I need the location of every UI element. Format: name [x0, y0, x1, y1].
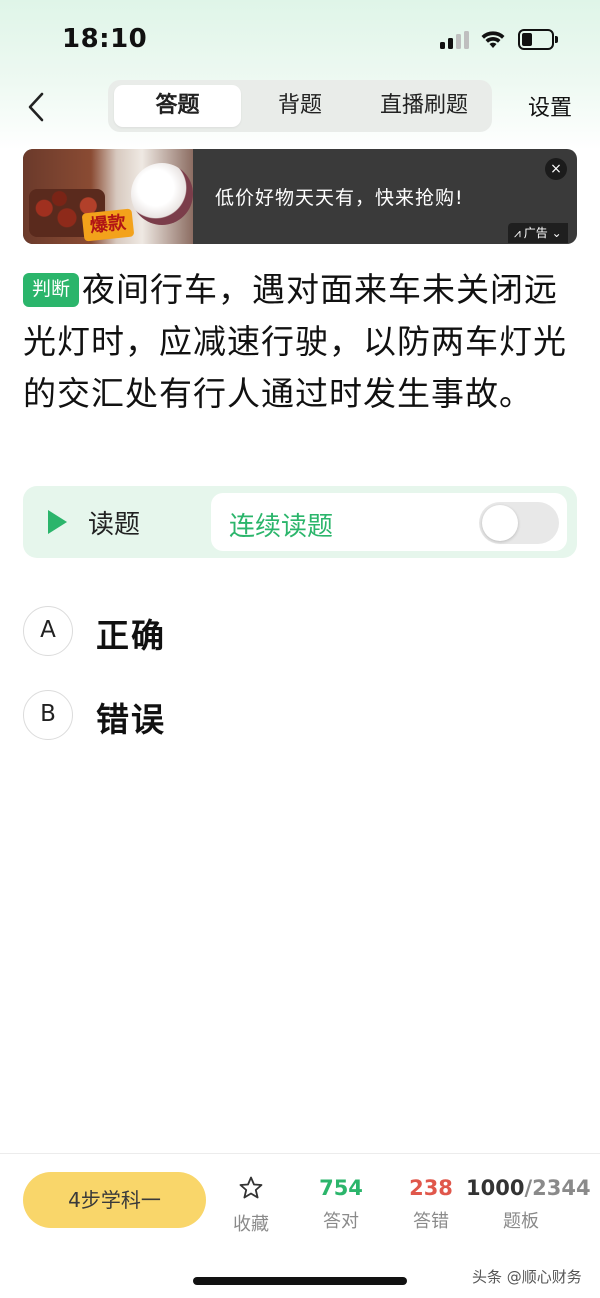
wrong-stat[interactable]: 238 答错 [396, 1174, 466, 1233]
favorite-label: 收藏 [233, 1214, 269, 1235]
continuous-read-label: 连续读题 [229, 512, 334, 542]
play-icon[interactable] [48, 510, 67, 534]
option-b[interactable]: B 错误 [23, 690, 323, 740]
question-board-button[interactable]: 1000/2344 题板 [466, 1174, 591, 1233]
question-text: 夜间行车，遇对面来车未关闭远光灯时，应减速行驶，以防两车灯光的交汇处有行人通过时… [23, 270, 567, 413]
correct-count: 754 [319, 1176, 363, 1200]
hot-item-sticker: 爆款 [81, 208, 135, 242]
tab-answer[interactable]: 答题 [114, 85, 241, 127]
cellular-signal-icon [440, 31, 470, 49]
question-text-block: 判断 夜间行车，遇对面来车未关闭远光灯时，应减速行驶，以防两车灯光的交汇处有行人通… [23, 264, 571, 420]
tab-live-practice[interactable]: 直播刷题 [359, 85, 489, 127]
back-chevron-icon[interactable] [22, 88, 54, 126]
status-bar: 18:10 [0, 0, 600, 80]
board-current: 1000 [466, 1176, 525, 1200]
bottom-divider [0, 1153, 600, 1154]
question-type-badge: 判断 [23, 273, 80, 307]
option-text: 正确 [96, 616, 166, 655]
board-label: 题板 [503, 1211, 539, 1232]
battery-icon [518, 29, 558, 50]
ad-text: 低价好物天天有，快来抢购! [215, 187, 464, 209]
option-text: 错误 [96, 700, 166, 739]
chevron-down-icon: ⌄ [547, 226, 562, 240]
home-indicator[interactable] [193, 1277, 407, 1285]
settings-button[interactable]: 设置 [528, 90, 572, 122]
board-progress: 1000/2344 [466, 1174, 591, 1202]
wrong-count: 238 [409, 1176, 453, 1200]
ad-logo-icon: ⩘ [514, 226, 521, 240]
toggle-knob [482, 505, 518, 541]
status-time: 18:10 [62, 24, 148, 54]
mangosteen-image [131, 163, 193, 225]
wifi-icon [481, 31, 505, 48]
watermark: 头条 @顺心财务 [472, 1268, 582, 1286]
ad-label-text: 广告 [523, 226, 548, 240]
ad-image: 爆款 [23, 149, 193, 244]
continuous-read-panel: 连续读题 [211, 493, 567, 551]
correct-stat[interactable]: 754 答对 [306, 1174, 376, 1233]
option-letter: B [23, 690, 73, 740]
mode-tabs: 答题 背题 直播刷题 [108, 80, 492, 132]
battery-level [522, 33, 532, 46]
ad-badge[interactable]: ⩘ 广告 ⌄ [508, 223, 568, 243]
wrong-label: 答错 [413, 1211, 449, 1232]
read-question-button[interactable]: 读题 [88, 504, 140, 541]
star-icon [239, 1176, 263, 1199]
ad-banner[interactable]: 爆款 低价好物天天有，快来抢购! × ⩘ 广告 ⌄ [23, 149, 577, 244]
board-total: /2344 [524, 1176, 591, 1200]
read-question-bar: 读题 连续读题 [23, 486, 577, 558]
close-icon[interactable]: × [545, 158, 567, 180]
continuous-read-toggle[interactable] [479, 502, 559, 544]
option-letter: A [23, 606, 73, 656]
correct-label: 答对 [323, 1211, 359, 1232]
tab-memorize[interactable]: 背题 [244, 85, 356, 127]
favorite-button[interactable]: 收藏 [222, 1174, 280, 1236]
subject-button[interactable]: 4步学科一 [23, 1172, 206, 1228]
option-a[interactable]: A 正确 [23, 606, 323, 656]
